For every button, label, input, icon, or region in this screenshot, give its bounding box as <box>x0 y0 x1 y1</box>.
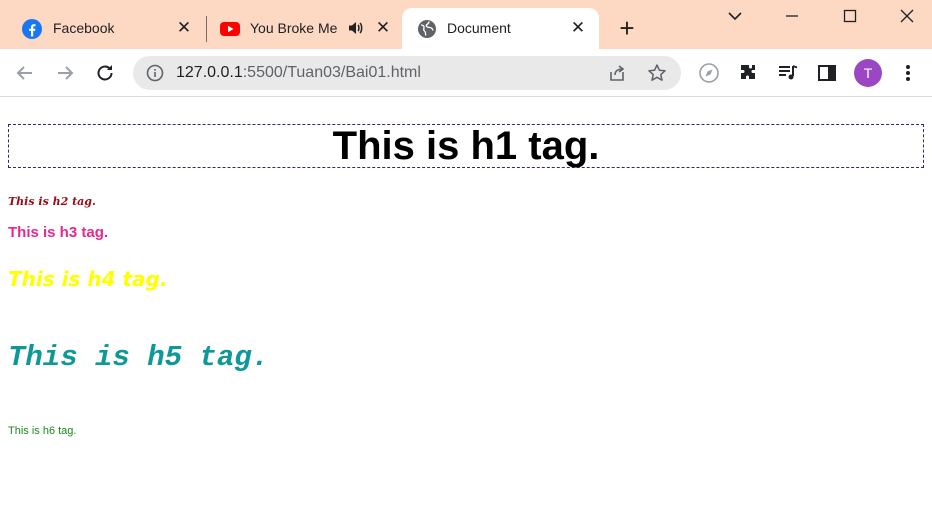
speaker-icon[interactable] <box>347 19 365 37</box>
tab-facebook[interactable]: Facebook ✕ <box>10 8 203 49</box>
heading-h2: This is h2 tag. <box>8 195 96 208</box>
heading-h4: This is h4 tag. <box>8 267 168 291</box>
tab-youtube[interactable]: You Broke Me First ✕ <box>210 8 402 49</box>
media-control-icon[interactable] <box>776 61 800 85</box>
globe-icon <box>418 20 436 38</box>
side-panel-icon[interactable] <box>815 61 839 85</box>
site-info-icon[interactable] <box>146 64 164 82</box>
heading-h3: This is h3 tag. <box>8 224 109 241</box>
tab-title: You Broke Me First <box>250 20 342 36</box>
bookmark-star-icon[interactable] <box>647 63 667 83</box>
youtube-icon <box>220 22 240 36</box>
compass-icon[interactable] <box>697 61 721 85</box>
tab-separator <box>206 16 207 42</box>
close-tab-icon[interactable]: ✕ <box>374 19 392 37</box>
tab-search-chevron-icon[interactable] <box>723 4 747 28</box>
heading-h6: This is h6 tag. <box>8 425 77 437</box>
url-host: 127.0.0.1 <box>176 64 243 81</box>
maximize-icon[interactable] <box>838 4 862 28</box>
tab-strip: Facebook ✕ You Broke Me First ✕ Document… <box>0 0 932 49</box>
share-icon[interactable] <box>607 63 627 83</box>
close-tab-icon[interactable]: ✕ <box>569 19 587 37</box>
heading-h1: This is h1 tag. <box>8 124 924 168</box>
new-tab-button[interactable]: + <box>614 15 640 42</box>
minimize-icon[interactable] <box>780 4 804 28</box>
page-content: This is h1 tag. This is h2 tag. This is … <box>0 97 932 515</box>
tab-title: Facebook <box>53 20 115 36</box>
tab-document[interactable]: Document ✕ <box>402 8 599 49</box>
back-icon[interactable] <box>13 61 37 85</box>
close-tab-icon[interactable]: ✕ <box>175 19 193 37</box>
browser-toolbar: 127.0.0.1:5500/Tuan03/Bai01.html <box>0 49 932 97</box>
forward-icon[interactable] <box>53 61 77 85</box>
facebook-icon <box>22 19 42 39</box>
heading-h5: This is h5 tag. <box>8 341 270 374</box>
url-path: :5500/Tuan03/Bai01.html <box>242 64 421 81</box>
tab-title: Document <box>447 20 511 36</box>
close-window-icon[interactable] <box>895 4 919 28</box>
extensions-puzzle-icon[interactable] <box>737 61 761 85</box>
reload-icon[interactable] <box>93 61 117 85</box>
address-bar[interactable]: 127.0.0.1:5500/Tuan03/Bai01.html <box>133 56 681 90</box>
profile-avatar[interactable]: T <box>854 59 882 87</box>
menu-dots-icon[interactable] <box>896 61 920 85</box>
url-text: 127.0.0.1:5500/Tuan03/Bai01.html <box>176 64 421 82</box>
